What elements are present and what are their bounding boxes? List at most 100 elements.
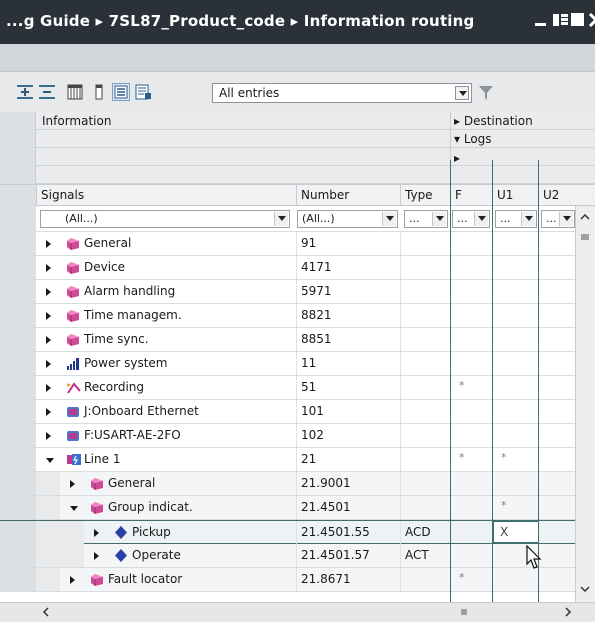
row-selector[interactable] [0, 448, 36, 471]
table-row[interactable]: General 21.9001 [0, 472, 575, 496]
chevron-down-icon[interactable] [521, 212, 535, 226]
expand-all-icon[interactable] [16, 83, 34, 101]
u2-cell[interactable] [538, 400, 575, 423]
maximize-icon[interactable] [571, 13, 584, 26]
u1-filter[interactable]: ... [495, 210, 537, 228]
minimize-icon[interactable] [534, 12, 550, 28]
u1-cell[interactable] [492, 472, 538, 495]
scroll-right-icon[interactable] [560, 605, 576, 621]
close-icon[interactable] [588, 12, 595, 28]
type-filter[interactable]: ... [404, 210, 448, 228]
table-row[interactable]: Line 1 21 * * [0, 447, 575, 472]
u2-cell[interactable] [538, 352, 575, 375]
chevron-down-icon[interactable] [474, 212, 488, 226]
f-cell[interactable] [450, 352, 492, 375]
single-column-icon[interactable] [90, 83, 108, 101]
scroll-down-icon[interactable] [577, 582, 593, 598]
list-view-icon[interactable] [112, 83, 130, 101]
row-selector[interactable] [0, 424, 36, 447]
column-header-type[interactable]: Type [400, 185, 450, 206]
table-row[interactable]: Time sync. 8851 [0, 328, 575, 352]
expand-arrow-icon[interactable] [94, 529, 99, 537]
f-cell[interactable] [450, 544, 492, 567]
column-view-icon[interactable] [66, 83, 84, 101]
u1-cell[interactable] [492, 280, 538, 303]
u1-cell[interactable] [492, 352, 538, 375]
row-selector[interactable] [0, 400, 36, 423]
f-cell[interactable] [450, 304, 492, 327]
table-row[interactable]: Time managem. 8821 [0, 304, 575, 328]
u1-cell[interactable] [492, 328, 538, 351]
scroll-up-icon[interactable] [577, 210, 593, 226]
row-selector[interactable] [0, 304, 36, 327]
u2-cell[interactable] [538, 232, 575, 255]
collapse-arrow-icon[interactable] [70, 506, 78, 511]
f-cell[interactable]: * [450, 567, 492, 590]
chevron-down-icon[interactable] [382, 212, 396, 226]
u1-routing-cell-edit[interactable]: X [493, 521, 539, 543]
f-cell[interactable] [450, 232, 492, 255]
expand-arrow-icon[interactable] [46, 408, 51, 416]
table-row[interactable]: Alarm handling 5971 [0, 280, 575, 304]
f-cell[interactable] [450, 424, 492, 447]
horizontal-scrollbar[interactable] [0, 602, 595, 622]
expand-arrow-icon[interactable] [46, 288, 51, 296]
u2-cell[interactable] [538, 521, 575, 544]
expand-arrow-icon[interactable] [46, 264, 51, 272]
group-header-destination[interactable]: ▸ Destination [454, 114, 533, 128]
filter-icon[interactable] [478, 85, 494, 101]
row-selector[interactable] [0, 496, 36, 519]
expand-arrow-icon[interactable] [46, 336, 51, 344]
expand-arrow-icon[interactable] [46, 240, 51, 248]
u2-cell[interactable] [538, 424, 575, 447]
table-row[interactable]: Device 4171 [0, 256, 575, 280]
expand-arrow-icon[interactable] [70, 576, 75, 584]
table-row[interactable]: Power system 11 [0, 352, 575, 376]
f-cell[interactable]: * [450, 375, 492, 398]
row-selector[interactable] [0, 521, 36, 544]
row-selector[interactable] [0, 280, 36, 303]
u2-cell[interactable] [538, 568, 575, 591]
table-row[interactable]: Pickup 21.4501.55 ACD X [0, 520, 575, 544]
f-cell[interactable] [450, 280, 492, 303]
u1-cell[interactable] [492, 376, 538, 399]
collapse-arrow-icon[interactable] [46, 458, 54, 463]
table-row[interactable]: Group indicat. 21.4501 * [0, 495, 575, 520]
number-filter[interactable]: (All...) [297, 210, 398, 228]
entries-filter-select[interactable]: All entries [212, 83, 472, 103]
u2-cell[interactable] [538, 448, 575, 471]
u1-cell[interactable] [492, 256, 538, 279]
chevron-down-icon[interactable] [559, 212, 573, 226]
table-row[interactable]: Operate 21.4501.57 ACT [0, 544, 575, 568]
scroll-left-icon[interactable] [38, 605, 54, 621]
table-row[interactable]: F:USART-AE-2FO 102 [0, 424, 575, 448]
chevron-down-icon[interactable] [455, 86, 469, 100]
f-cell[interactable] [450, 496, 492, 519]
group-header-more[interactable]: ▸ [454, 151, 460, 165]
collapse-all-icon[interactable] [38, 83, 56, 101]
column-header-u2[interactable]: U2 [538, 185, 595, 206]
column-header-f[interactable]: F [450, 185, 492, 206]
row-selector[interactable] [0, 472, 36, 495]
group-header-logs[interactable]: ▾ Logs [454, 132, 492, 146]
f-cell[interactable] [450, 328, 492, 351]
f-cell[interactable] [450, 400, 492, 423]
column-header-signals[interactable]: Signals [36, 185, 296, 206]
expand-arrow-icon[interactable] [46, 360, 51, 368]
u2-cell[interactable] [538, 472, 575, 495]
export-icon[interactable] [134, 83, 152, 101]
scroll-grip-icon[interactable] [577, 230, 593, 246]
u2-cell[interactable] [538, 304, 575, 327]
table-row[interactable]: Recording 51 * [0, 375, 575, 400]
f-cell[interactable] [450, 472, 492, 495]
row-selector[interactable] [0, 376, 36, 399]
f-cell[interactable]: * [450, 447, 492, 470]
column-header-number[interactable]: Number [296, 185, 400, 206]
expand-arrow-icon[interactable] [46, 432, 51, 440]
u1-cell[interactable] [492, 304, 538, 327]
expand-arrow-icon[interactable] [94, 552, 99, 560]
column-header-u1[interactable]: U1 [492, 185, 538, 206]
row-selector[interactable] [0, 568, 36, 591]
f-cell[interactable] [450, 521, 492, 544]
chevron-down-icon[interactable] [432, 212, 446, 226]
